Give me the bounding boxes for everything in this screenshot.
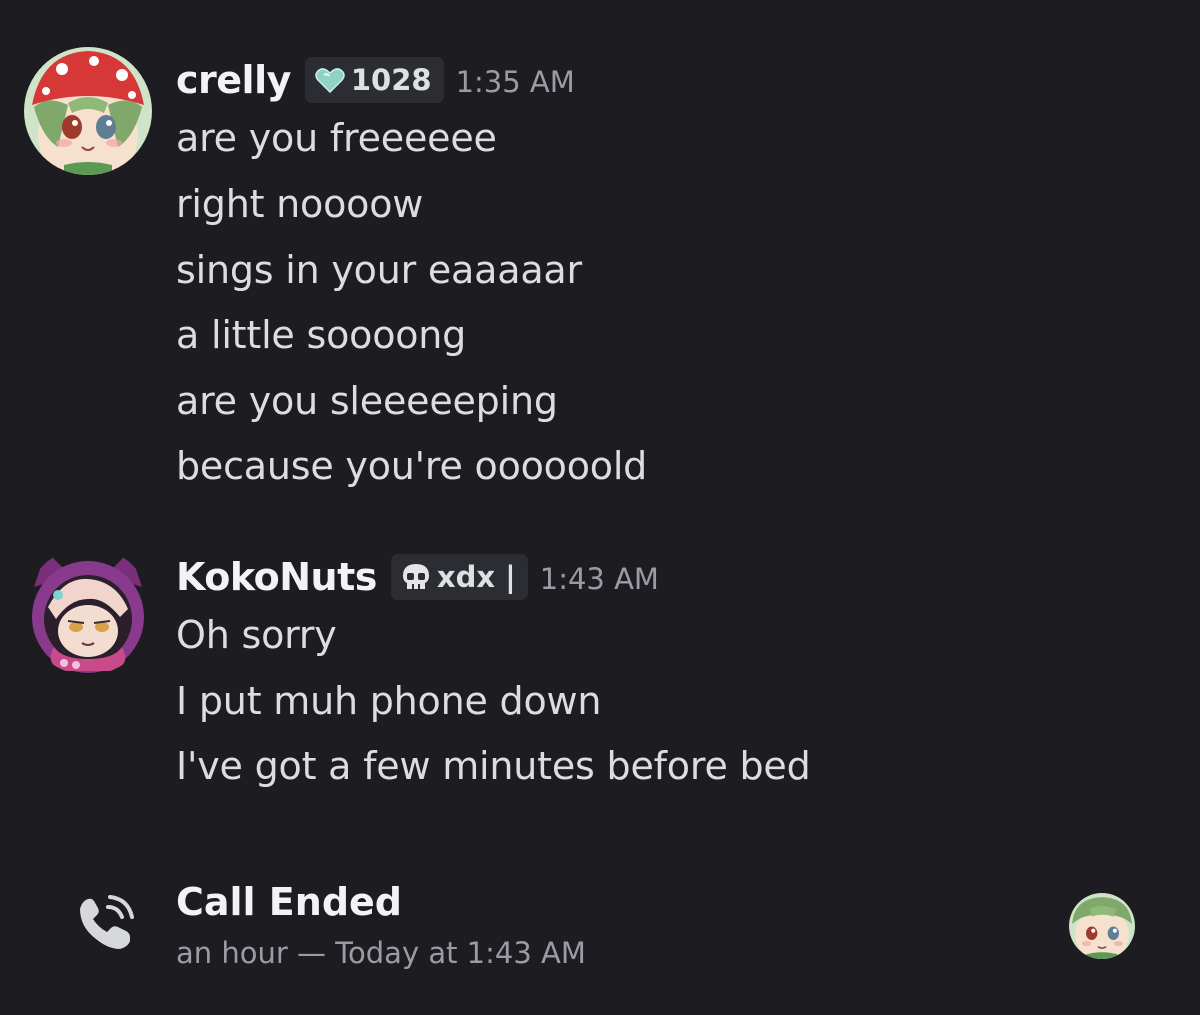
username[interactable]: KokoNuts [176,555,377,599]
message-header: KokoNuts xdx | 1:43 AM [176,552,659,602]
message-line: I've got a few minutes before bed [176,744,811,788]
message-line: right noooow [176,182,424,226]
call-participant-avatar[interactable] [1069,893,1135,959]
phone-call-icon [74,893,136,955]
message-line: are you freeeeee [176,116,497,160]
avatar[interactable] [24,547,152,675]
message-header: crelly 1028 1:35 AM [176,55,575,105]
chat-log: crelly 1028 1:35 AM are you freeeeee rig… [0,0,1200,1015]
message-line: Oh sorry [176,613,337,657]
server-tag-label: xdx | [436,560,516,594]
message-line: a little soooong [176,313,467,357]
message-line: sings in your eaaaaar [176,248,582,292]
message-line: I put muh phone down [176,679,602,723]
timestamp: 1:43 AM [539,562,659,596]
message-line: are you sleeeeeping [176,379,558,423]
server-tag[interactable]: xdx | [390,554,528,600]
heart-icon [315,67,345,93]
timestamp: 1:35 AM [455,65,575,99]
username[interactable]: crelly [176,58,291,102]
server-tag-label: 1028 [350,63,432,97]
skull-icon [401,563,431,591]
avatar[interactable] [24,47,152,175]
call-status-title: Call Ended [176,880,402,924]
call-duration: an hour — Today at 1:43 AM [176,936,586,970]
server-tag[interactable]: 1028 [304,57,444,103]
message-line: because you're oooooold [176,444,648,488]
